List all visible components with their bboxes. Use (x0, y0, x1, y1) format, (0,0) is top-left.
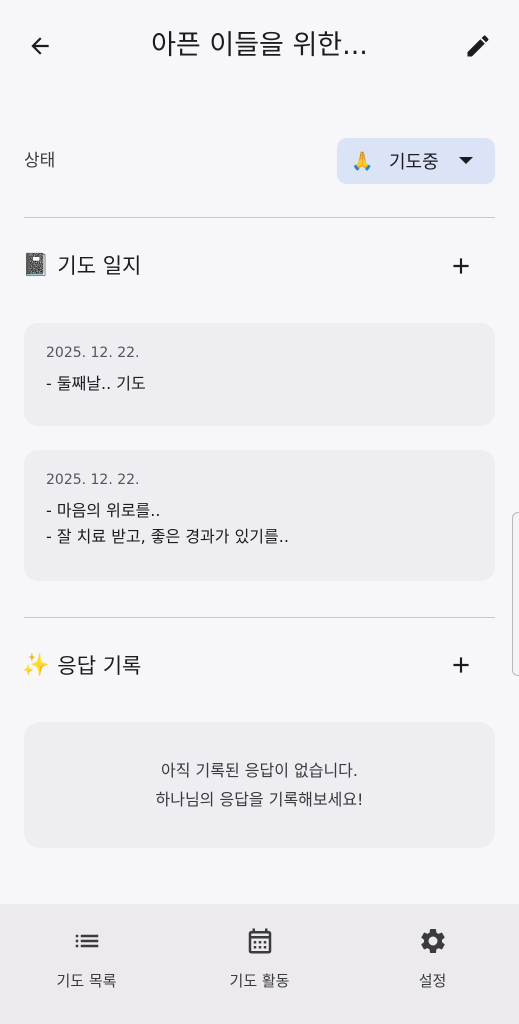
empty-message: 아직 기록된 응답이 없습니다. (161, 761, 358, 780)
edit-button[interactable] (454, 22, 502, 70)
empty-answers-card: 아직 기록된 응답이 없습니다. 하나님의 응답을 기록해보세요! (24, 722, 495, 848)
plus-icon (453, 258, 469, 274)
empty-message: 하나님의 응답을 기록해보세요! (155, 790, 364, 809)
app-bar: 아픈 이들을 위한... (0, 0, 519, 92)
journal-entry[interactable]: 2025. 12. 22. - 마음의 위로를.. - 잘 치료 받고, 좋은 … (24, 450, 495, 581)
entry-date: 2025. 12. 22. (46, 472, 140, 488)
sparkles-icon: ✨ (22, 652, 50, 678)
gear-icon (420, 928, 445, 953)
list-icon (75, 934, 98, 948)
answers-title: 응답 기록 (57, 654, 142, 678)
journal-title: 기도 일지 (57, 254, 142, 278)
journal-header: 📓 기도 일지 (22, 250, 141, 280)
status-dropdown[interactable]: 🙏 기도중 (337, 138, 495, 184)
journal-entry[interactable]: 2025. 12. 22. - 둘째날.. 기도 (24, 323, 495, 426)
page-title: 아픈 이들을 위한... (151, 30, 368, 61)
calendar-icon (248, 928, 271, 954)
nav-item-prayer-list[interactable]: 기도 목록 (0, 904, 173, 1024)
entry-date: 2025. 12. 22. (46, 345, 140, 361)
add-journal-button[interactable] (437, 242, 485, 290)
praying-hands-icon: 🙏 (351, 150, 374, 172)
status-value: 기도중 (389, 152, 439, 173)
plus-icon (453, 657, 469, 673)
arrow-left-icon (31, 37, 49, 55)
entry-line: - 둘째날.. 기도 (46, 374, 146, 393)
answers-header: ✨ 응답 기록 (22, 650, 141, 680)
nav-label: 설정 (418, 972, 447, 990)
entry-line: - 잘 치료 받고, 좋은 경과가 있기를.. (46, 527, 289, 546)
divider (24, 217, 495, 218)
nav-item-prayer-activity[interactable]: 기도 활동 (173, 904, 346, 1024)
caret-down-icon (459, 157, 473, 164)
notebook-icon: 📓 (22, 252, 50, 278)
nav-item-settings[interactable]: 설정 (346, 904, 519, 1024)
nav-label: 기도 활동 (229, 972, 290, 990)
add-answer-button[interactable] (437, 641, 485, 689)
bottom-nav: 기도 목록 기도 활동 설정 (0, 904, 519, 1024)
scroll-handle[interactable] (512, 512, 519, 676)
entry-line: - 마음의 위로를.. (46, 501, 161, 520)
pencil-icon (467, 35, 489, 57)
status-label: 상태 (24, 151, 56, 171)
divider (24, 617, 495, 618)
nav-label: 기도 목록 (56, 972, 117, 990)
back-button[interactable] (16, 22, 64, 70)
